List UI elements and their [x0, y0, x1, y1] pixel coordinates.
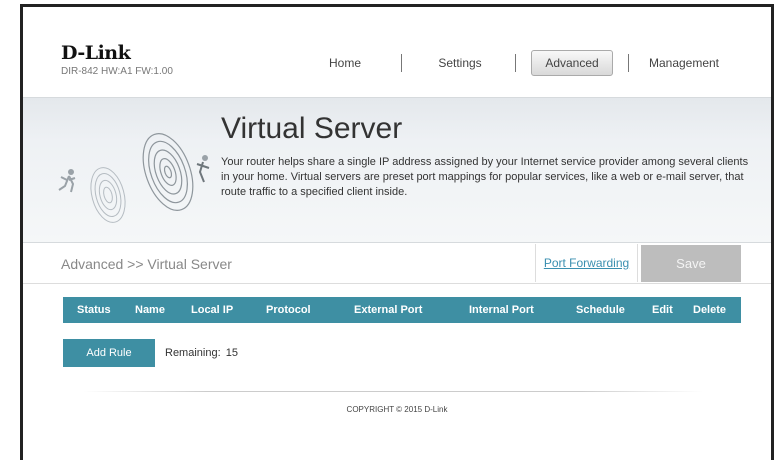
nav-home[interactable]: Home: [315, 50, 375, 76]
nav-settings[interactable]: Settings: [428, 50, 492, 76]
port-forwarding-link[interactable]: Port Forwarding: [535, 244, 638, 282]
column-header-schedule: Schedule: [576, 304, 625, 316]
nav-advanced[interactable]: Advanced: [531, 50, 613, 76]
nav-divider: [401, 54, 402, 72]
remaining-count: 15: [225, 347, 238, 359]
breadcrumb-bar: Advanced >> Virtual Server Port Forwardi…: [23, 244, 771, 284]
top-nav: Home Settings Advanced Management: [23, 50, 771, 76]
router-admin-page: D-Link DIR-842 HW:A1 FW:1.00 Home Settin…: [20, 4, 774, 460]
page-description: Your router helps share a single IP addr…: [221, 156, 749, 198]
column-header-external-port: External Port: [354, 304, 423, 316]
page-banner: Virtual Server Your router helps share a…: [23, 97, 771, 243]
column-header-status: Status: [77, 304, 111, 316]
page-title: Virtual Server: [221, 112, 403, 145]
nav-divider: [628, 54, 629, 72]
copyright-text: COPYRIGHT © 2015 D-Link: [346, 405, 448, 414]
rules-table-header: Status Name Local IP Protocol External P…: [63, 297, 741, 323]
save-button[interactable]: Save: [641, 245, 741, 282]
column-header-edit: Edit: [652, 304, 673, 316]
breadcrumb: Advanced >> Virtual Server: [61, 256, 232, 272]
column-header-local-ip: Local IP: [191, 304, 234, 316]
column-header-name: Name: [135, 304, 165, 316]
nav-management[interactable]: Management: [647, 50, 721, 76]
column-header-delete: Delete: [693, 304, 727, 316]
column-header-internal-port: Internal Port: [469, 304, 534, 316]
add-rule-button[interactable]: Add Rule: [63, 339, 155, 367]
nav-divider: [515, 54, 516, 72]
column-header-protocol: Protocol: [266, 304, 311, 316]
remaining-rules: Remaining: 15: [163, 347, 238, 359]
virtual-server-illustration-icon: [58, 133, 210, 223]
remaining-label: Remaining:: [165, 347, 221, 359]
footer-divider: [83, 391, 703, 392]
